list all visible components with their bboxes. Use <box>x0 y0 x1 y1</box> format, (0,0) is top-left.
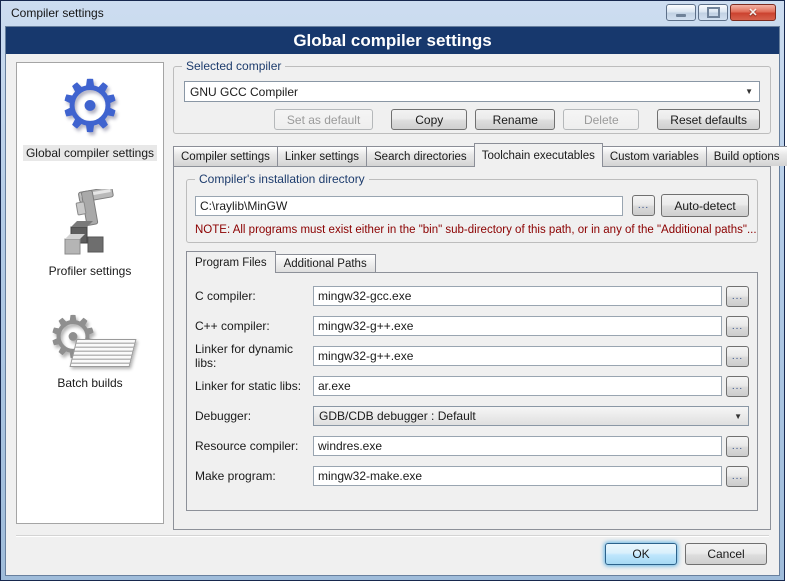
field-label: Linker for dynamic libs: <box>195 342 313 370</box>
batch-builds-icon: ⚙ <box>47 309 133 373</box>
sidebar-item-label: Batch builds <box>54 375 125 391</box>
tab-custom-variables[interactable]: Custom variables <box>602 146 707 166</box>
installation-note: NOTE: All programs must exist either in … <box>195 224 757 236</box>
field-label: Debugger: <box>195 409 313 423</box>
field-label: Resource compiler: <box>195 439 313 453</box>
linker-static-browse-button[interactable]: ... <box>726 376 749 397</box>
sidebar-item-global-compiler-settings[interactable]: ⚙ Global compiler settings <box>23 71 157 161</box>
page-title: Global compiler settings <box>293 31 491 51</box>
ellipsis-icon: ... <box>732 321 743 332</box>
linker-static-input[interactable] <box>313 376 722 396</box>
maximize-icon <box>707 7 720 18</box>
linker-dynamic-browse-button[interactable]: ... <box>726 346 749 367</box>
selected-compiler-legend: Selected compiler <box>182 59 285 73</box>
dialog-body: Global compiler settings ⚙ Global compil… <box>5 26 780 576</box>
resource-compiler-browse-button[interactable]: ... <box>726 436 749 457</box>
window-title: Compiler settings <box>11 6 104 20</box>
installation-directory-legend: Compiler's installation directory <box>195 172 369 186</box>
set-as-default-button[interactable]: Set as default <box>274 109 373 130</box>
copy-button[interactable]: Copy <box>391 109 467 130</box>
ellipsis-icon: ... <box>732 351 743 362</box>
ellipsis-icon: ... <box>732 471 743 482</box>
debugger-select[interactable]: GDB/CDB debugger : Default ▼ <box>313 406 749 426</box>
selected-compiler-group: Selected compiler GNU GCC Compiler ▼ Set… <box>173 66 771 134</box>
delete-button[interactable]: Delete <box>563 109 639 130</box>
sidebar-item-batch-builds[interactable]: ⚙ Batch builds <box>47 309 133 391</box>
settings-sidebar: ⚙ Global compiler settings <box>16 62 164 524</box>
chevron-down-icon: ▼ <box>745 87 753 96</box>
ellipsis-icon: ... <box>732 291 743 302</box>
sidebar-item-label: Global compiler settings <box>23 145 157 161</box>
settings-tabstrip: Compiler settings Linker settings Search… <box>173 144 771 167</box>
field-label: C++ compiler: <box>195 319 313 333</box>
ok-button[interactable]: OK <box>605 543 677 565</box>
ellipsis-icon: ... <box>732 381 743 392</box>
field-label: Make program: <box>195 469 313 483</box>
page-header: Global compiler settings <box>6 27 779 54</box>
subtab-program-files[interactable]: Program Files <box>186 251 276 273</box>
subtab-additional-paths[interactable]: Additional Paths <box>275 254 376 272</box>
cpp-compiler-input[interactable] <box>313 316 722 336</box>
footer-separator <box>16 535 769 537</box>
field-row-make-program: Make program: ... <box>187 461 757 491</box>
compiler-settings-dialog: Compiler settings ✕ Global compiler sett… <box>0 0 785 581</box>
ellipsis-icon: ... <box>732 441 743 452</box>
ellipsis-icon: ... <box>638 200 649 211</box>
field-label: C compiler: <box>195 289 313 303</box>
c-compiler-input[interactable] <box>313 286 722 306</box>
make-program-input[interactable] <box>313 466 722 486</box>
field-row-c-compiler: C compiler: ... <box>187 281 757 311</box>
tab-toolchain-executables[interactable]: Toolchain executables <box>474 143 603 167</box>
field-row-linker-static: Linker for static libs: ... <box>187 371 757 401</box>
close-button[interactable]: ✕ <box>730 4 776 21</box>
cpp-compiler-browse-button[interactable]: ... <box>726 316 749 337</box>
compiler-select-value: GNU GCC Compiler <box>190 85 298 99</box>
sidebar-item-profiler-settings[interactable]: Profiler settings <box>46 189 135 279</box>
field-row-debugger: Debugger: GDB/CDB debugger : Default ▼ <box>187 401 757 431</box>
toolchain-executables-panel: Compiler's installation directory ... Au… <box>173 166 771 530</box>
dialog-content: ⚙ Global compiler settings <box>6 54 779 575</box>
tab-search-directories[interactable]: Search directories <box>366 146 475 166</box>
auto-detect-button[interactable]: Auto-detect <box>661 194 749 217</box>
field-label: Linker for static libs: <box>195 379 313 393</box>
make-program-browse-button[interactable]: ... <box>726 466 749 487</box>
caliper-icon <box>55 189 125 261</box>
linker-dynamic-input[interactable] <box>313 346 722 366</box>
tab-build-options[interactable]: Build options <box>706 146 787 166</box>
minimize-button[interactable] <box>666 4 696 21</box>
resource-compiler-input[interactable] <box>313 436 722 456</box>
installation-directory-input[interactable] <box>195 196 623 216</box>
close-icon: ✕ <box>748 6 757 19</box>
rename-button[interactable]: Rename <box>475 109 555 130</box>
sidebar-item-label: Profiler settings <box>46 263 135 279</box>
minimize-icon <box>676 14 686 17</box>
program-files-panel: C compiler: ... C++ compiler: ... Linker… <box>186 272 758 511</box>
program-files-tabstrip: Program Files Additional Paths <box>186 252 376 273</box>
cancel-button[interactable]: Cancel <box>685 543 767 565</box>
c-compiler-browse-button[interactable]: ... <box>726 286 749 307</box>
field-row-cpp-compiler: C++ compiler: ... <box>187 311 757 341</box>
installation-directory-group: Compiler's installation directory ... Au… <box>186 179 758 243</box>
window-controls: ✕ <box>666 4 776 21</box>
chevron-down-icon: ▼ <box>734 412 742 421</box>
field-row-resource-compiler: Resource compiler: ... <box>187 431 757 461</box>
installation-directory-browse-button[interactable]: ... <box>632 195 655 216</box>
blue-gear-icon: ⚙ <box>58 71 123 143</box>
maximize-button[interactable] <box>698 4 728 21</box>
tab-compiler-settings[interactable]: Compiler settings <box>173 146 278 166</box>
field-row-linker-dynamic: Linker for dynamic libs: ... <box>187 341 757 371</box>
reset-defaults-button[interactable]: Reset defaults <box>657 109 760 130</box>
compiler-select[interactable]: GNU GCC Compiler ▼ <box>184 81 760 102</box>
debugger-select-value: GDB/CDB debugger : Default <box>319 409 476 423</box>
footer-buttons: OK Cancel <box>605 543 767 565</box>
tab-linker-settings[interactable]: Linker settings <box>277 146 367 166</box>
compiler-buttons-row: Set as default Copy Rename Delete Reset … <box>274 109 760 130</box>
